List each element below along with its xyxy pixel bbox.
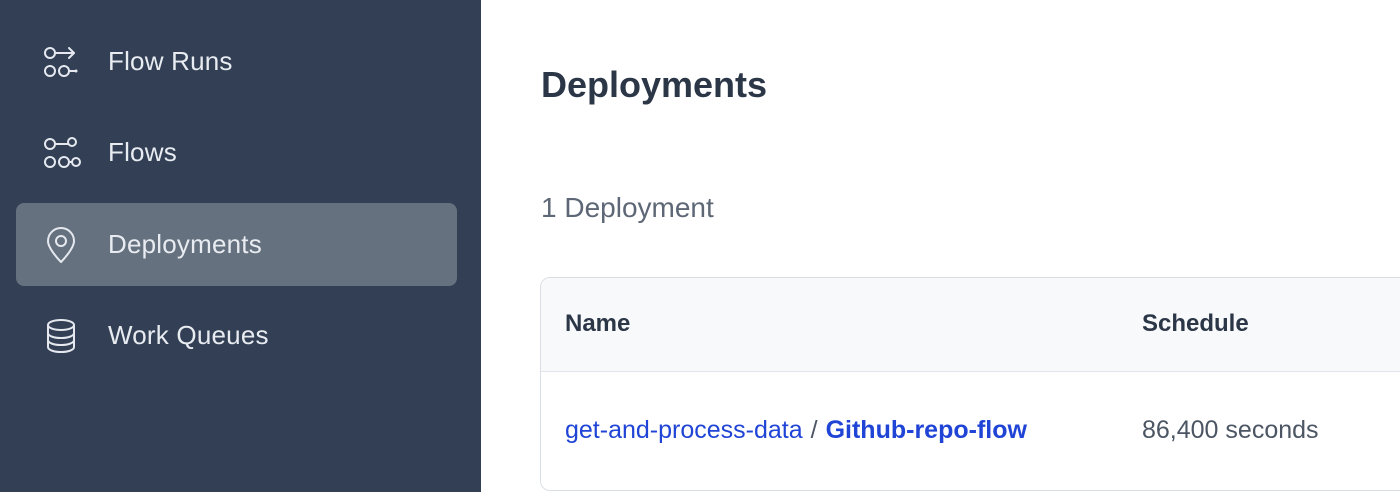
sidebar-item-work-queues[interactable]: Work Queues (16, 294, 457, 377)
column-header-name[interactable]: Name (565, 310, 630, 338)
sidebar-item-label: Flows (108, 137, 177, 167)
database-icon (40, 315, 82, 357)
deployment-count: 1 Deployment (541, 192, 714, 223)
sidebar-item-label: Deployments (108, 229, 262, 259)
sidebar-item-flow-runs[interactable]: Flow Runs (16, 20, 457, 103)
location-pin-icon (40, 224, 82, 266)
column-header-schedule[interactable]: Schedule (1142, 310, 1249, 338)
schedule-cell: 86,400 seconds (1142, 416, 1319, 444)
deployment-name-link[interactable]: Github-repo-flow (826, 416, 1027, 444)
flows-icon (40, 132, 82, 174)
flow-name-link[interactable]: get-and-process-data (565, 416, 803, 444)
page-title: Deployments (541, 64, 768, 105)
sidebar-item-deployments[interactable]: Deployments (16, 203, 457, 286)
flow-runs-icon (40, 41, 82, 83)
sidebar-item-label: Work Queues (108, 320, 269, 350)
main-content: Deployments 1 Deployment Name Schedule g… (481, 0, 1400, 492)
deployment-name-cell: get-and-process-data / Github-repo-flow (565, 416, 1027, 445)
deployments-table: Name Schedule get-and-process-data / Githu… (540, 277, 1400, 491)
app-root: Flow Runs Flows Deployments Work Queues … (0, 0, 1400, 492)
name-separator: / (810, 416, 818, 444)
table-header: Name Schedule (541, 278, 1400, 372)
sidebar-item-flows[interactable]: Flows (16, 111, 457, 194)
sidebar: Flow Runs Flows Deployments Work Queues (0, 0, 481, 492)
sidebar-item-label: Flow Runs (108, 46, 233, 76)
